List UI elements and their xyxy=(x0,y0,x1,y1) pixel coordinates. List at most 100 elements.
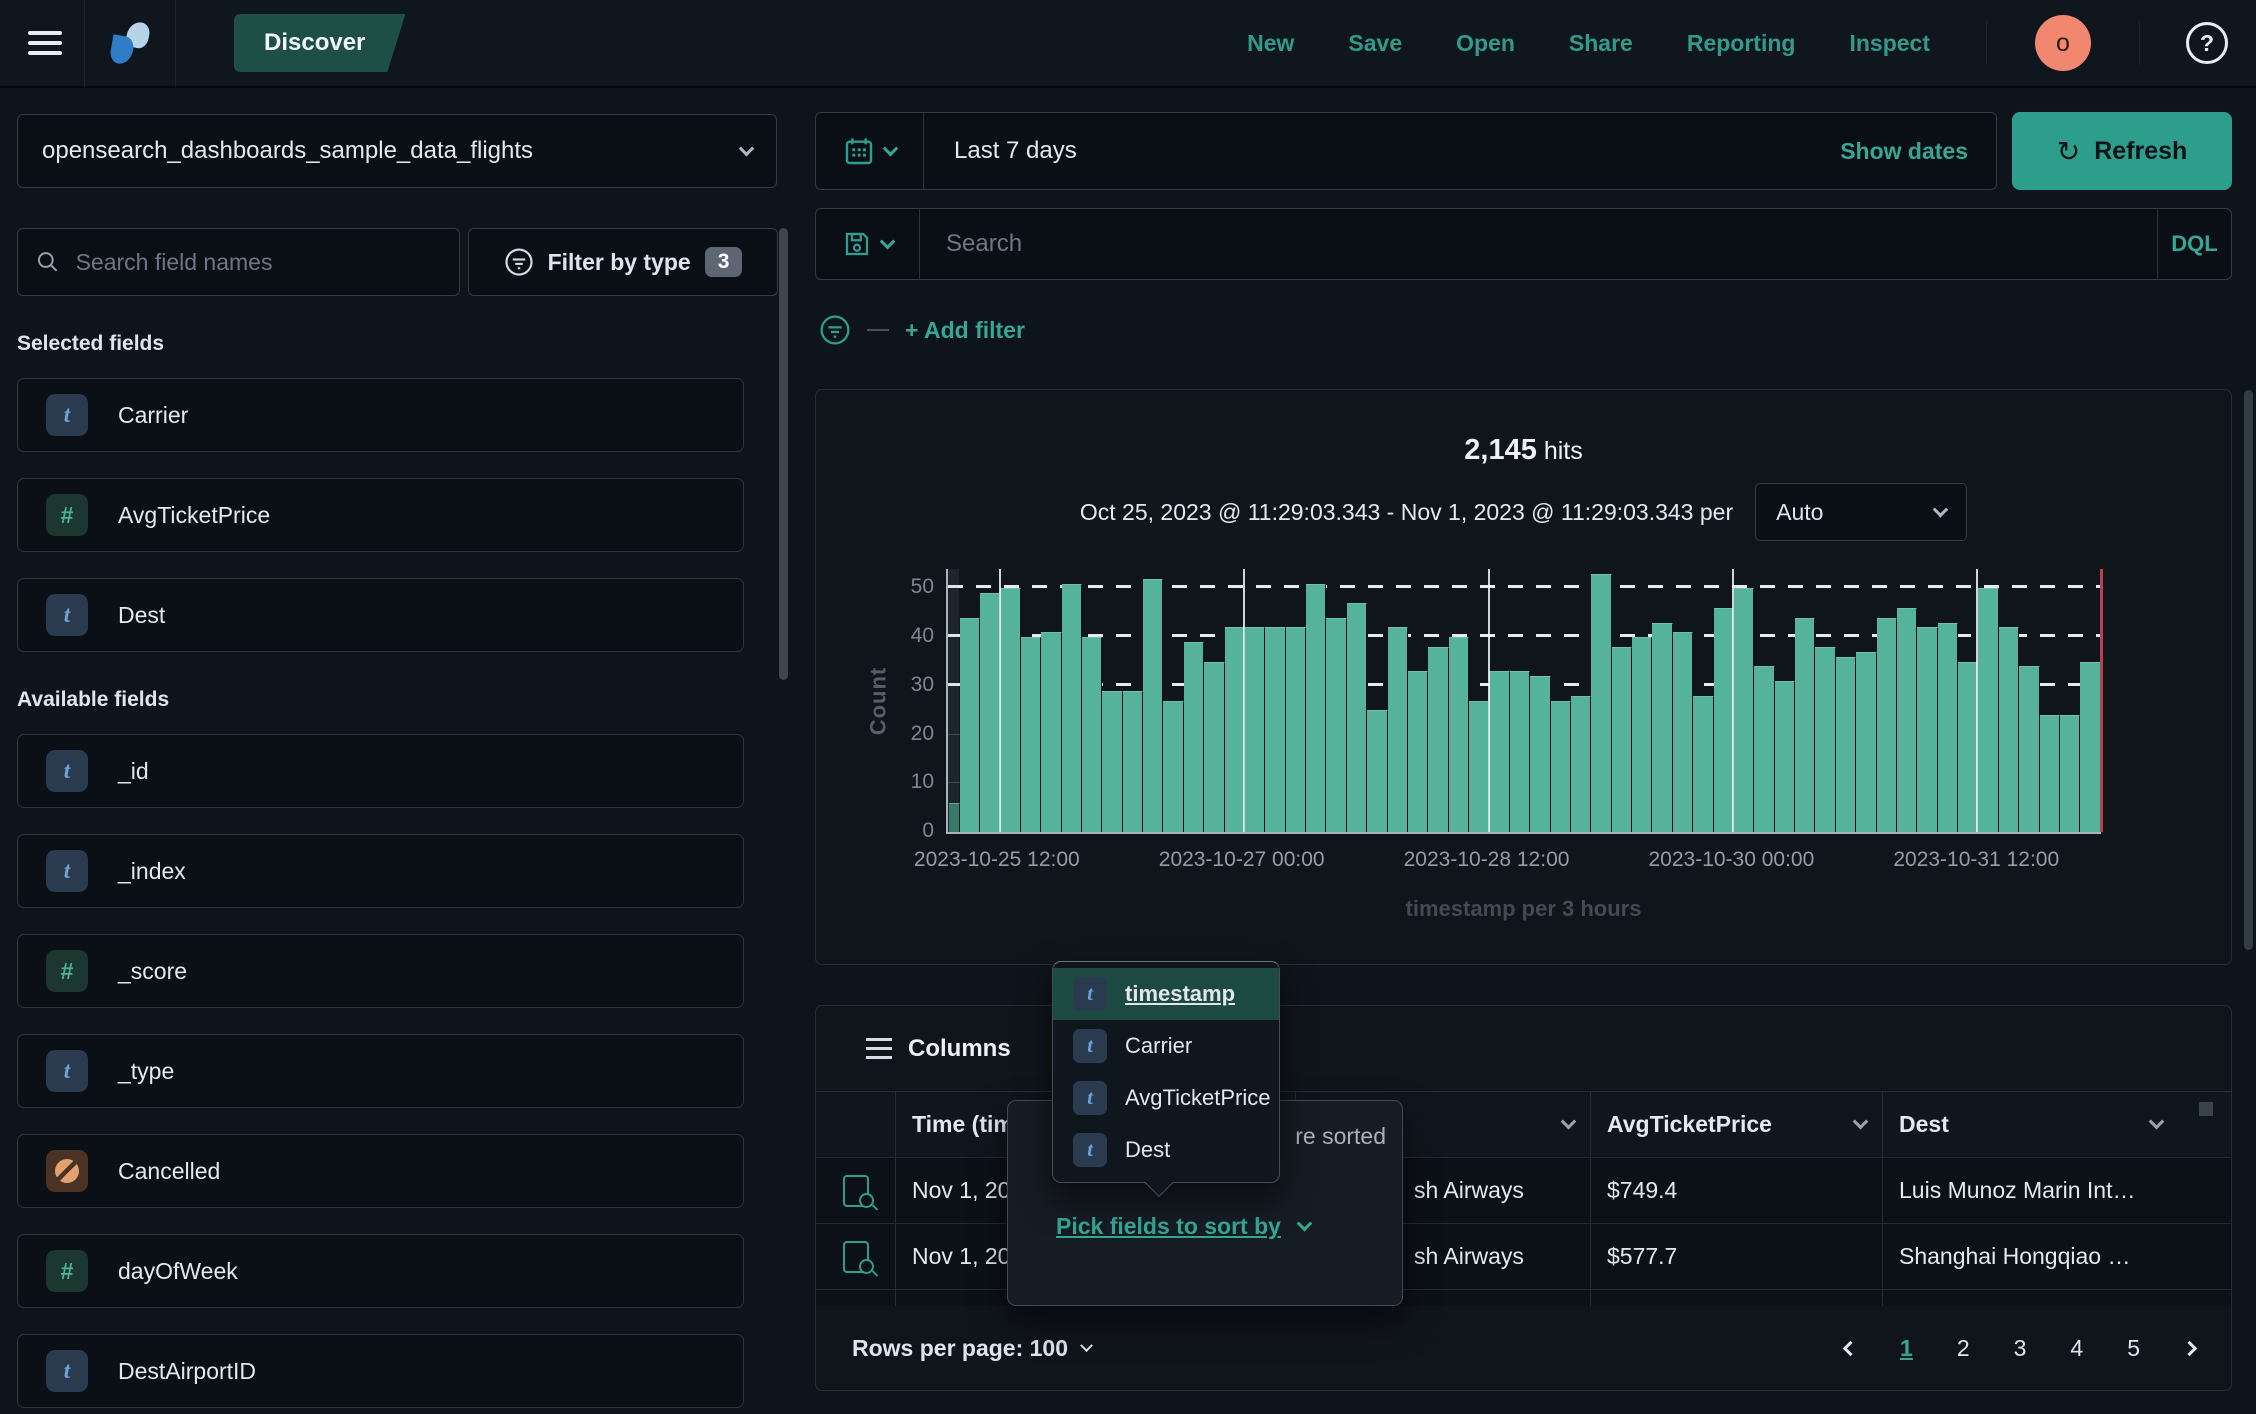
histogram-bar[interactable] xyxy=(1510,671,1530,832)
nav-link-reporting[interactable]: Reporting xyxy=(1687,30,1796,57)
histogram-bar[interactable] xyxy=(1856,652,1876,832)
add-filter-link[interactable]: + Add filter xyxy=(905,317,1025,344)
histogram-bar[interactable] xyxy=(1408,671,1428,832)
histogram-bar[interactable] xyxy=(980,593,1000,832)
field-item-dayOfWeek[interactable]: #dayOfWeek xyxy=(17,1234,744,1308)
histogram-bar[interactable] xyxy=(1225,627,1245,832)
histogram-bar[interactable] xyxy=(1102,691,1122,832)
avatar[interactable]: o xyxy=(2035,15,2091,71)
histogram-bar[interactable] xyxy=(1449,637,1469,832)
histogram-bar[interactable] xyxy=(2060,715,2080,832)
page-4[interactable]: 4 xyxy=(2070,1335,2083,1362)
histogram-bar[interactable] xyxy=(1917,627,1937,832)
histogram-bar[interactable] xyxy=(1673,632,1693,832)
histogram-bar[interactable] xyxy=(1591,574,1611,832)
field-search-input[interactable] xyxy=(74,248,441,277)
histogram-bar[interactable] xyxy=(1347,603,1367,832)
histogram-bar[interactable] xyxy=(1652,623,1672,832)
previous-page-button[interactable] xyxy=(1845,1343,1856,1354)
histogram-bar[interactable] xyxy=(960,618,980,832)
show-dates-link[interactable]: Show dates xyxy=(1840,138,1996,165)
sort-field-option-timestamp[interactable]: ttimestamp xyxy=(1053,968,1279,1020)
histogram-bar[interactable] xyxy=(1815,647,1835,832)
field-item-DestAirportID[interactable]: tDestAirportID xyxy=(17,1334,744,1408)
refresh-button[interactable]: ↻ Refresh xyxy=(2012,112,2232,190)
interval-select[interactable]: Auto xyxy=(1755,483,1967,541)
filter-by-type-button[interactable]: Filter by type 3 xyxy=(468,228,778,296)
histogram-bar[interactable] xyxy=(1163,701,1183,833)
query-language-button[interactable]: DQL xyxy=(2157,209,2231,279)
histogram-bar[interactable] xyxy=(2040,715,2060,832)
histogram-bar[interactable] xyxy=(1428,647,1448,832)
histogram-bar[interactable] xyxy=(1693,696,1713,832)
histogram-bar[interactable] xyxy=(1754,666,1774,832)
page-3[interactable]: 3 xyxy=(2014,1335,2027,1362)
histogram-bar[interactable] xyxy=(1367,710,1387,832)
index-pattern-select[interactable]: opensearch_dashboards_sample_data_flight… xyxy=(17,114,777,188)
page-2[interactable]: 2 xyxy=(1957,1335,1970,1362)
histogram-bar[interactable] xyxy=(1999,627,2019,832)
histogram-bar[interactable] xyxy=(1551,701,1571,833)
field-item-Carrier[interactable]: tCarrier xyxy=(17,378,744,452)
nav-link-inspect[interactable]: Inspect xyxy=(1849,30,1930,57)
histogram-bar[interactable] xyxy=(1469,701,1489,833)
pick-fields-link[interactable]: Pick fields to sort by xyxy=(1056,1213,1310,1240)
saved-query-button[interactable] xyxy=(816,209,920,279)
table-header-avgticketprice[interactable]: AvgTicketPrice xyxy=(1591,1092,1883,1157)
field-item-_id[interactable]: t_id xyxy=(17,734,744,808)
histogram-bar[interactable] xyxy=(1041,632,1061,832)
histogram-bar[interactable] xyxy=(1938,623,1958,832)
histogram-bar[interactable] xyxy=(1265,627,1285,832)
histogram-bar[interactable] xyxy=(1958,662,1978,832)
field-item-_score[interactable]: #_score xyxy=(17,934,744,1008)
expand-document-icon[interactable] xyxy=(843,1175,869,1207)
field-item-_type[interactable]: t_type xyxy=(17,1034,744,1108)
field-item-Dest[interactable]: tDest xyxy=(17,578,744,652)
sidebar-scrollbar[interactable] xyxy=(779,228,788,680)
histogram-bar[interactable] xyxy=(1632,637,1652,832)
nav-link-save[interactable]: Save xyxy=(1348,30,1402,57)
histogram-bar[interactable] xyxy=(949,803,960,832)
field-item-_index[interactable]: t_index xyxy=(17,834,744,908)
histogram-bar[interactable] xyxy=(1530,676,1550,832)
field-item-AvgTicketPrice[interactable]: #AvgTicketPrice xyxy=(17,478,744,552)
table-header-dest[interactable]: Dest xyxy=(1883,1092,2178,1157)
page-scrollbar[interactable] xyxy=(2244,390,2253,950)
calendar-dropdown-button[interactable] xyxy=(816,113,924,189)
histogram-bar[interactable] xyxy=(1714,608,1734,832)
histogram-bar[interactable] xyxy=(1184,642,1204,832)
histogram-bar[interactable] xyxy=(1062,584,1082,832)
histogram-bar[interactable] xyxy=(1204,662,1224,832)
nav-link-new[interactable]: New xyxy=(1247,30,1294,57)
nav-link-share[interactable]: Share xyxy=(1569,30,1633,57)
histogram-bar[interactable] xyxy=(1571,696,1591,832)
histogram-bar[interactable] xyxy=(1326,618,1346,832)
sort-field-option-dest[interactable]: tDest xyxy=(1053,1124,1279,1176)
histogram-bar[interactable] xyxy=(1489,671,1509,832)
histogram-bar[interactable] xyxy=(1388,627,1408,832)
histogram-bar[interactable] xyxy=(1082,637,1102,832)
opensearch-logo-icon[interactable] xyxy=(107,20,153,66)
histogram-bar[interactable] xyxy=(1245,627,1265,832)
next-page-button[interactable] xyxy=(2184,1343,2195,1354)
time-range-label[interactable]: Last 7 days xyxy=(924,137,1077,165)
help-icon[interactable]: ? xyxy=(2186,22,2228,64)
sort-field-option-carrier[interactable]: tCarrier xyxy=(1053,1020,1279,1072)
histogram-bar[interactable] xyxy=(1143,579,1163,832)
menu-icon[interactable] xyxy=(28,31,62,55)
search-input[interactable] xyxy=(920,230,2157,258)
page-5[interactable]: 5 xyxy=(2127,1335,2140,1362)
field-item-Cancelled[interactable]: Cancelled xyxy=(17,1134,744,1208)
histogram-bar[interactable] xyxy=(1306,584,1326,832)
histogram-bar[interactable] xyxy=(1795,618,1815,832)
histogram-bar[interactable] xyxy=(1897,608,1917,832)
histogram-bar[interactable] xyxy=(2080,662,2100,832)
histogram-bar[interactable] xyxy=(1612,647,1632,832)
histogram-bar[interactable] xyxy=(1734,588,1754,832)
filter-icon[interactable] xyxy=(819,314,851,346)
expand-document-icon[interactable] xyxy=(843,1241,869,1273)
histogram-bar[interactable] xyxy=(1877,618,1897,832)
histogram-bar[interactable] xyxy=(1000,588,1020,832)
histogram-bar[interactable] xyxy=(2019,666,2039,832)
nav-link-open[interactable]: Open xyxy=(1456,30,1515,57)
